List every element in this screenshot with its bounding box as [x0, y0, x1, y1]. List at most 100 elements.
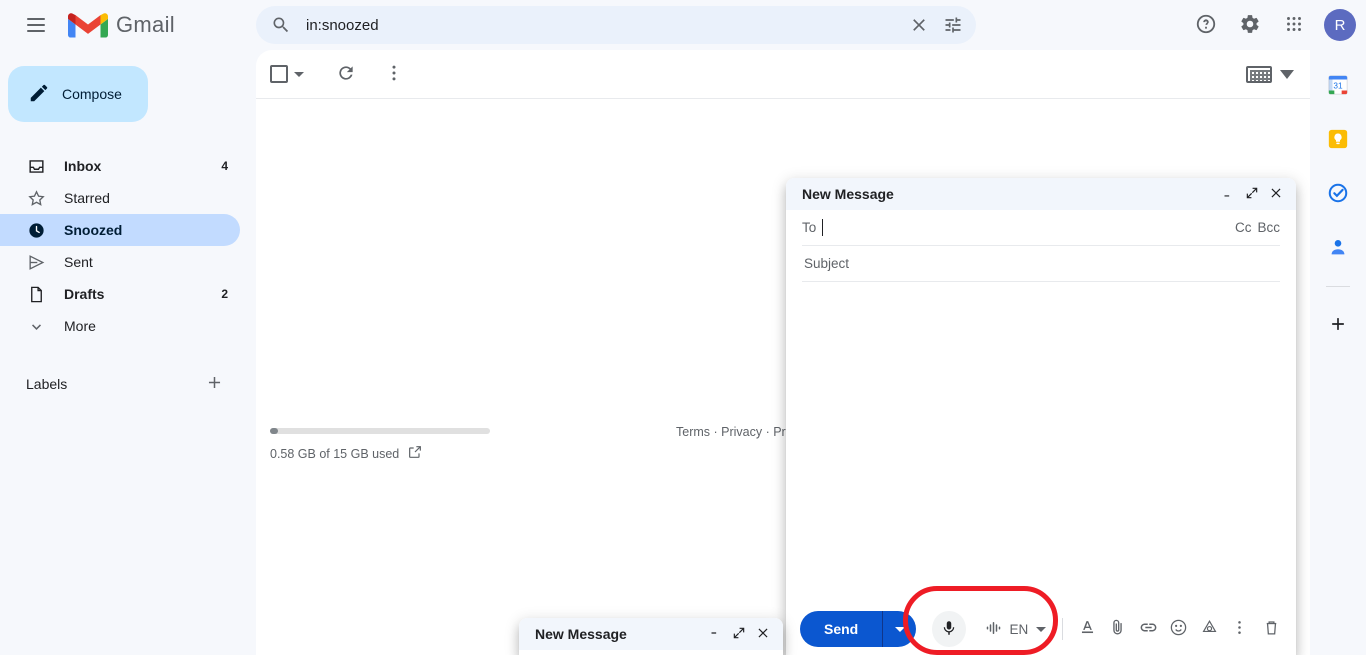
subject-input[interactable] [802, 255, 1280, 272]
checkbox-icon[interactable] [270, 65, 288, 83]
compose-expand-button[interactable] [1240, 182, 1264, 206]
attachment-icon [1108, 618, 1127, 640]
sidebar-item-starred[interactable]: Starred [0, 182, 240, 214]
sidebar-item-drafts[interactable]: Drafts 2 [0, 278, 240, 310]
discard-draft-button[interactable] [1258, 613, 1286, 645]
sidebar-item-snoozed[interactable]: Snoozed [0, 214, 240, 246]
inbox-icon [26, 156, 46, 176]
settings-button[interactable] [1230, 5, 1270, 45]
gear-icon [1239, 13, 1261, 38]
storage-fill [270, 428, 279, 434]
google-drive-icon [1200, 618, 1219, 640]
compose-window: New Message To Cc Bcc Subject Send EN [786, 178, 1296, 655]
sidebar-item-more[interactable]: More [0, 310, 240, 342]
search-options-icon[interactable] [936, 8, 970, 42]
search-box[interactable] [256, 6, 976, 44]
compose-subject-row[interactable] [802, 246, 1280, 282]
compose-minimized-header[interactable]: New Message [519, 618, 783, 650]
bcc-button[interactable]: Bcc [1257, 220, 1280, 235]
sidebar-item-label: Snoozed [64, 222, 123, 238]
google-keep-icon [1327, 128, 1349, 153]
expand-icon [1245, 186, 1259, 203]
help-icon [1195, 13, 1217, 38]
compose-minimized-close-button[interactable] [751, 622, 775, 646]
clock-icon [26, 220, 46, 240]
clear-search-icon[interactable] [902, 8, 936, 42]
compose-to-row[interactable]: To Cc Bcc [802, 210, 1280, 246]
select-all-control[interactable] [270, 65, 304, 83]
external-link-icon[interactable] [407, 444, 423, 463]
sidebar-item-label: Inbox [64, 158, 102, 174]
sidebar-item-count: 4 [221, 159, 228, 173]
google-contacts-button[interactable] [1320, 230, 1356, 266]
more-actions-button[interactable] [374, 54, 414, 94]
compose-close-button[interactable] [1264, 182, 1288, 206]
gmail-app: Gmail in:snoozed R Compose Inbox 4 Starr… [0, 0, 1366, 655]
audio-wave-icon [986, 620, 1004, 639]
chevron-down-icon [26, 316, 46, 336]
chevron-down-icon [1036, 626, 1047, 632]
labels-section-header: Labels [0, 364, 240, 404]
send-button[interactable]: Send [800, 611, 883, 647]
formatting-options-button[interactable] [1073, 613, 1101, 645]
google-tasks-button[interactable] [1320, 176, 1356, 212]
plus-icon [205, 373, 224, 395]
google-apps-button[interactable] [1274, 5, 1314, 45]
voice-input-button[interactable] [932, 611, 966, 647]
sidebar-item-inbox[interactable]: Inbox 4 [0, 150, 240, 182]
language-selector-button[interactable]: EN [980, 613, 1053, 645]
attach-file-button[interactable] [1104, 613, 1132, 645]
compose-minimized-title: New Message [535, 626, 627, 642]
google-contacts-icon [1327, 236, 1349, 261]
footer-links[interactable]: Terms · Privacy · Pr [676, 425, 786, 439]
cc-button[interactable]: Cc [1235, 220, 1252, 235]
refresh-icon [336, 63, 356, 86]
search-input[interactable] [298, 16, 902, 34]
sidebar-item-count: 2 [221, 287, 228, 301]
rail-divider [1326, 286, 1350, 287]
refresh-button[interactable] [326, 54, 366, 94]
compose-minimized-expand-button[interactable] [727, 622, 751, 646]
chevron-down-icon[interactable] [1280, 69, 1294, 79]
storage-text: 0.58 GB of 15 GB used [270, 446, 400, 461]
add-side-panel-app-button[interactable] [1320, 307, 1356, 343]
create-label-button[interactable] [200, 370, 228, 398]
compose-minimized-minimize-button[interactable] [703, 622, 727, 646]
avatar-initial: R [1334, 16, 1346, 34]
google-keep-button[interactable] [1320, 122, 1356, 158]
insert-link-button[interactable] [1134, 613, 1162, 645]
minimize-icon [1221, 186, 1235, 203]
google-tasks-icon [1327, 182, 1349, 207]
compose-more-options-button[interactable] [1225, 613, 1253, 645]
pencil-icon [28, 82, 50, 107]
format-text-icon [1078, 618, 1097, 640]
link-icon [1139, 618, 1158, 640]
language-label: EN [1009, 621, 1029, 637]
google-calendar-button[interactable]: 31 [1320, 68, 1356, 104]
to-input[interactable] [829, 219, 1229, 236]
compose-body[interactable] [786, 294, 1296, 655]
sidebar-item-sent[interactable]: Sent [0, 246, 240, 278]
compose-header[interactable]: New Message [786, 178, 1296, 210]
send-icon [26, 252, 46, 272]
insert-drive-file-button[interactable] [1195, 613, 1223, 645]
text-cursor [822, 219, 824, 236]
compose-minimize-button[interactable] [1216, 182, 1240, 206]
compose-button[interactable]: Compose [8, 66, 148, 122]
send-options-button[interactable] [882, 611, 917, 647]
insert-emoji-button[interactable] [1164, 613, 1192, 645]
list-toolbar [256, 50, 1310, 98]
top-right-actions: R [1186, 0, 1356, 50]
chevron-down-icon[interactable] [294, 71, 304, 77]
sidebar-nav-list: Inbox 4 Starred Snoozed Sent Drafts 2 Mo… [0, 150, 256, 342]
account-avatar[interactable]: R [1324, 9, 1356, 41]
sidebar-item-label: Sent [64, 254, 93, 270]
close-icon [1269, 186, 1283, 203]
gmail-brand[interactable]: Gmail [68, 10, 175, 40]
help-button[interactable] [1186, 5, 1226, 45]
labels-title: Labels [26, 376, 68, 392]
to-label: To [802, 220, 817, 235]
input-method-indicator[interactable] [1246, 65, 1294, 83]
search-icon[interactable] [264, 8, 298, 42]
main-menu-button[interactable] [12, 1, 60, 49]
